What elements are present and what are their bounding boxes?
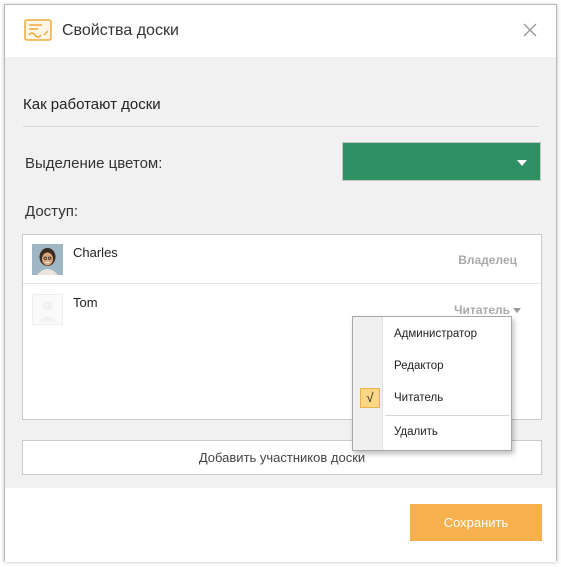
menu-divider (385, 415, 509, 416)
menu-item-label: Удалить (394, 426, 438, 438)
member-role-dropdown[interactable]: Читатель (454, 303, 510, 317)
list-item: Charles Владелец (23, 235, 541, 284)
access-label: Доступ: (25, 203, 78, 220)
color-highlight-label: Выделение цветом: (25, 155, 163, 172)
checkmark-icon: √ (360, 388, 380, 408)
chevron-down-icon[interactable] (513, 308, 521, 313)
board-properties-dialog: Свойства доски Как работают доски Выделе… (4, 4, 557, 562)
dialog-footer: Сохранить (5, 488, 556, 562)
close-icon[interactable] (522, 22, 538, 38)
member-name: Charles (73, 245, 118, 260)
menu-item-reader[interactable]: √ Читатель (353, 385, 511, 413)
board-icon (24, 19, 52, 41)
color-select[interactable] (342, 142, 541, 181)
menu-item-label: Администратор (394, 328, 477, 340)
member-role: Владелец (458, 253, 517, 267)
member-name: Tom (73, 295, 98, 310)
menu-item-label: Редактор (394, 360, 444, 372)
avatar (32, 244, 63, 275)
menu-item-editor[interactable]: Редактор (353, 353, 511, 381)
dialog-header: Свойства доски (5, 5, 556, 57)
menu-item-label: Читатель (394, 392, 444, 404)
menu-item-remove[interactable]: Удалить (353, 419, 511, 447)
how-boards-work-link[interactable]: Как работают доски (23, 96, 161, 113)
dialog-title: Свойства доски (62, 22, 179, 39)
menu-item-administrator[interactable]: Администратор (353, 321, 511, 349)
avatar (32, 294, 63, 325)
divider (23, 126, 539, 127)
role-dropdown-menu: Администратор Редактор √ Читатель Удалит… (352, 316, 512, 451)
chevron-down-icon (517, 160, 527, 166)
save-button[interactable]: Сохранить (410, 504, 542, 541)
